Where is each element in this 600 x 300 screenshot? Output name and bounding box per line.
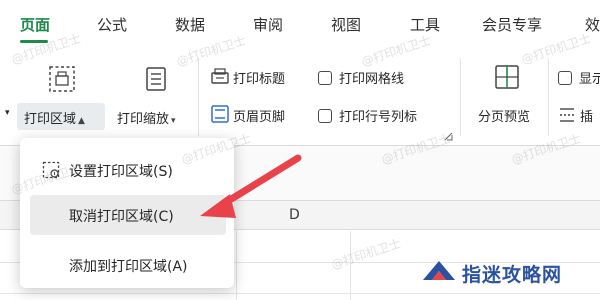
tab-view[interactable]: 视图	[331, 14, 361, 35]
print-area-button[interactable]: 打印区域 ▲	[24, 108, 85, 127]
grid-col-line	[350, 231, 351, 300]
tab-data[interactable]: 数据	[175, 14, 205, 35]
ribbon-tab-bar: 页面 公式 数据 审阅 视图 工具 会员专享 效	[0, 0, 600, 50]
menu-item-label: 添加到打印区域(A)	[69, 259, 188, 275]
ribbon-divider	[460, 58, 461, 136]
insert-button[interactable]: 插	[580, 106, 593, 125]
print-scale-label: 打印缩放	[117, 112, 170, 127]
tab-effect-partial[interactable]: 效	[585, 14, 600, 35]
menu-item-add-to-print-area[interactable]: 添加到打印区域(A)	[20, 245, 234, 285]
chevron-down-icon: ▾	[171, 116, 176, 126]
print-area-icon	[49, 66, 75, 92]
arrow-pointer-icon	[200, 154, 302, 218]
tab-tools[interactable]: 工具	[410, 14, 440, 35]
grid-row-line	[0, 293, 600, 294]
tab-review[interactable]: 审阅	[253, 14, 283, 35]
set-print-area-icon	[42, 161, 60, 179]
grid-col-line	[236, 231, 237, 300]
header-footer-button[interactable]: 页眉页脚	[233, 106, 285, 125]
brand-name: 指迷攻略网	[462, 264, 563, 286]
print-scale-icon	[146, 67, 166, 91]
ribbon-divider	[548, 58, 549, 136]
print-area-label: 打印区域	[24, 112, 77, 127]
page-break-preview-button[interactable]: 分页预览	[478, 106, 530, 125]
print-titles-button[interactable]: 打印标题	[233, 68, 285, 87]
print-gridlines-label[interactable]: 打印网格线	[339, 68, 404, 87]
chevron-up-icon: ▲	[78, 116, 85, 126]
print-scale-button[interactable]: 打印缩放 ▾	[117, 108, 176, 127]
insert-icon	[560, 108, 574, 122]
print-titles-icon	[211, 68, 229, 84]
tab-formula[interactable]: 公式	[97, 14, 127, 35]
caret-left-icon: ▾	[5, 108, 10, 118]
tab-page[interactable]: 页面	[20, 14, 50, 35]
ribbon-toolbar: 打印区域 ▲ ▾ 打印缩放 ▾ 打印标题 页眉页脚 打印网格线 打印行号列标 分…	[0, 50, 600, 145]
header-footer-icon	[211, 105, 229, 123]
show-label[interactable]: 显示	[579, 68, 600, 87]
active-tab-indicator	[20, 40, 48, 43]
print-row-col-headers-checkbox[interactable]	[318, 109, 332, 123]
dialog-launcher-icon[interactable]	[444, 132, 453, 141]
print-gridlines-checkbox[interactable]	[318, 71, 332, 85]
brand-logo-icon	[423, 261, 455, 280]
tab-member[interactable]: 会员专享	[482, 14, 542, 35]
ribbon-divider	[198, 58, 199, 136]
print-row-col-headers-label[interactable]: 打印行号列标	[339, 106, 417, 125]
menu-item-label: 取消打印区域(C)	[69, 209, 174, 225]
show-checkbox[interactable]	[558, 71, 572, 85]
menu-item-label: 设置打印区域(S)	[69, 164, 173, 180]
page-break-preview-icon	[495, 65, 519, 89]
